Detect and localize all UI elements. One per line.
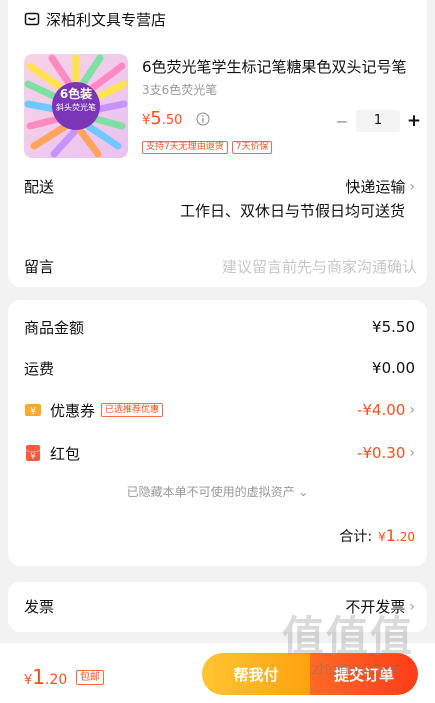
message-input[interactable]: 建议留言前先与商家沟通确认 bbox=[222, 256, 417, 277]
red-packet-row[interactable]: ¥ 红包 -¥0.30 › bbox=[24, 442, 415, 464]
quantity-stepper: − 1 + bbox=[330, 110, 426, 132]
coupon-tag: 已选推荐优惠 bbox=[101, 403, 164, 417]
submit-order-button[interactable]: 提交订单 bbox=[310, 653, 418, 695]
freight-label: 运费 bbox=[24, 359, 55, 378]
invoice-card[interactable]: 发票 不开发票 › bbox=[8, 582, 427, 632]
invoice-value-text: 不开发票 bbox=[345, 598, 406, 616]
coupon-row[interactable]: ¥ 优惠券 已选推荐优惠 -¥4.00 › bbox=[24, 399, 415, 421]
checkout-price: ¥ 1 .20 bbox=[24, 665, 67, 689]
order-card: 深柏利文具专营店 6色装 斜头荧光笔 6色荧光笔学生标记笔糖果色双头记号笔 3支… bbox=[8, 0, 427, 287]
red-packet-label: 红包 bbox=[50, 444, 81, 463]
coupon-value: -¥4.00 bbox=[357, 401, 406, 419]
product-spec[interactable]: 3支6色荧光笔 bbox=[142, 81, 217, 98]
total-integer: 1 bbox=[385, 526, 396, 545]
goods-amount-value: ¥5.50 bbox=[372, 318, 415, 336]
decrease-button[interactable]: − bbox=[330, 112, 354, 131]
price-integer: 5 bbox=[150, 108, 162, 129]
service-tag: 支持7天无理由退货 bbox=[142, 141, 228, 154]
shipping-note: 工作日、双休日与节假日均可送货 bbox=[179, 202, 405, 220]
thumb-badge-line2: 斜头荧光笔 bbox=[56, 103, 96, 112]
checkout-bar: ¥ 1 .20 包邮 帮我付 提交订单 bbox=[0, 643, 435, 703]
order-total: 合计: ¥ 1 .20 bbox=[339, 526, 415, 546]
price-summary-card: 商品金额 ¥5.50 运费 ¥0.00 ¥ 优惠券 已选推荐优惠 -¥4.00 … bbox=[8, 300, 427, 566]
quantity-input[interactable]: 1 bbox=[356, 110, 400, 132]
chevron-right-icon: › bbox=[409, 402, 415, 418]
service-tags: 支持7天无理由退货 7天价保 bbox=[142, 141, 273, 154]
thumb-badge-line1: 6色装 bbox=[59, 87, 93, 101]
product-thumbnail[interactable]: 6色装 斜头荧光笔 bbox=[24, 54, 128, 158]
freight-row: 运费 ¥0.00 bbox=[24, 357, 415, 379]
shipping-label: 配送 bbox=[24, 178, 55, 196]
service-tag: 7天价保 bbox=[231, 141, 273, 154]
total-decimal: .20 bbox=[395, 530, 415, 544]
shop-row[interactable]: 深柏利文具专营店 bbox=[24, 8, 166, 30]
shipping-method[interactable]: 快递运输 › bbox=[345, 176, 415, 197]
shipping-method-value: 快递运输 bbox=[345, 178, 406, 196]
hidden-assets-toggle[interactable]: 已隐藏本单不可使用的虚拟资产 ⌄ bbox=[8, 483, 427, 500]
freight-value: ¥0.00 bbox=[372, 359, 415, 377]
chevron-right-icon: › bbox=[409, 598, 415, 615]
svg-text:¥: ¥ bbox=[30, 406, 36, 417]
checkout-integer: 1 bbox=[32, 665, 46, 689]
chevron-right-icon: › bbox=[409, 178, 415, 195]
total-label: 合计: bbox=[339, 529, 373, 545]
price-currency: ¥ bbox=[142, 113, 151, 128]
invoice-value: 不开发票 › bbox=[345, 596, 415, 617]
red-packet-value: -¥0.30 bbox=[357, 444, 406, 462]
free-shipping-badge: 包邮 bbox=[76, 670, 104, 685]
svg-text:¥: ¥ bbox=[30, 452, 35, 461]
message-label: 留言 bbox=[24, 258, 55, 276]
total-currency: ¥ bbox=[378, 530, 386, 544]
goods-amount-label: 商品金额 bbox=[24, 318, 85, 337]
increase-button[interactable]: + bbox=[402, 111, 426, 131]
product-title[interactable]: 6色荧光笔学生标记笔糖果色双头记号笔 bbox=[142, 56, 420, 77]
goods-amount-row: 商品金额 ¥5.50 bbox=[24, 316, 415, 338]
price-decimal: .50 bbox=[161, 113, 183, 128]
shop-name: 深柏利文具专营店 bbox=[46, 10, 167, 29]
help-pay-button[interactable]: 帮我付 bbox=[202, 653, 310, 695]
checkout-decimal: .20 bbox=[45, 672, 68, 688]
red-packet-icon: ¥ bbox=[25, 445, 41, 461]
coupon-icon: ¥ bbox=[25, 404, 41, 417]
chevron-right-icon: › bbox=[409, 445, 415, 461]
invoice-label: 发票 bbox=[24, 598, 55, 616]
coupon-label: 优惠券 bbox=[50, 401, 96, 420]
info-icon[interactable] bbox=[196, 112, 210, 126]
shop-icon bbox=[24, 12, 40, 26]
product-price: ¥ 5 .50 bbox=[142, 108, 182, 129]
checkout-currency: ¥ bbox=[24, 673, 33, 688]
